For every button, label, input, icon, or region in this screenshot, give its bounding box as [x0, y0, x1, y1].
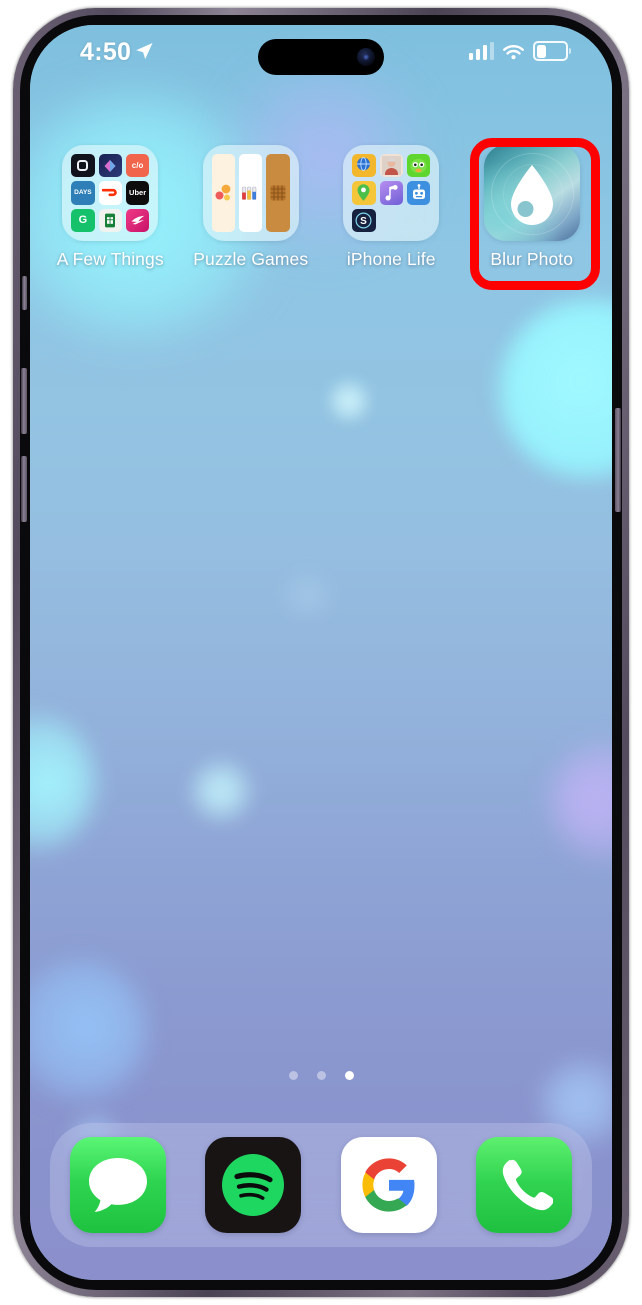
folder-puzzle-games-icon[interactable]: [202, 145, 299, 241]
blur-photo-icon-background: [483, 145, 580, 241]
page-indicator-dots[interactable]: [30, 1071, 612, 1080]
google-icon-background: [340, 1137, 437, 1233]
wifi-icon: [503, 44, 524, 59]
front-camera-icon: [357, 48, 375, 66]
mini-icon-doordash: [98, 181, 122, 205]
mini-icon-portrait-photo: [379, 154, 403, 178]
volume-down-button[interactable]: [21, 456, 27, 522]
dock: [50, 1123, 592, 1247]
mini-icon-google-sheets: [98, 208, 122, 232]
folder-iphone-life-icon[interactable]: S: [343, 145, 440, 241]
mini-icon-co: c/o: [125, 154, 150, 178]
dock-app-messages[interactable]: [69, 1137, 166, 1233]
svg-text:S: S: [361, 216, 368, 227]
app-label: Blur Photo: [490, 249, 574, 269]
dock-app-google[interactable]: [340, 1137, 437, 1233]
mini-icon-grammarly: G: [71, 208, 95, 232]
mini-icon-shortcuts: [98, 154, 122, 178]
phone-frame: 4:50 c/o DAYS Uber G A Few Things Puzzle…: [13, 8, 629, 1297]
location-arrow-icon: [136, 43, 153, 60]
page-dot-3-active[interactable]: [344, 1071, 354, 1080]
mini-icon-uber: Uber: [125, 181, 150, 205]
bokeh-circle: [500, 300, 612, 480]
folder-label: Puzzle Games: [193, 249, 309, 269]
folder-iphone-life[interactable]: S iPhone Life: [331, 145, 451, 270]
page-dot-1[interactable]: [288, 1071, 298, 1080]
dynamic-island: [258, 39, 384, 75]
messages-icon-background: [69, 1137, 166, 1233]
spotify-icon-background: [205, 1137, 302, 1233]
message-bubble-icon: [88, 1158, 147, 1212]
phone-icon-background: [476, 1137, 573, 1233]
mini-icon-music-note: [379, 181, 403, 205]
dock-app-phone[interactable]: [476, 1137, 573, 1233]
folder-puzzle-games[interactable]: Puzzle Games: [191, 145, 311, 270]
folder-mini-grid: [202, 145, 299, 241]
mini-icon-location-pin: [352, 181, 376, 205]
water-droplet-icon: [510, 164, 553, 225]
folder-label: iPhone Life: [346, 249, 436, 269]
dock-app-spotify[interactable]: [205, 1137, 302, 1233]
mini-icon-bubble-puzzle: [211, 154, 236, 232]
app-blur-photo[interactable]: Blur Photo: [472, 145, 592, 270]
google-g-icon: [362, 1158, 415, 1212]
bokeh-circle: [190, 760, 252, 822]
mini-icon-pink-bird: [125, 208, 150, 232]
folder-mini-grid: S: [343, 145, 440, 241]
battery-fill: [536, 44, 547, 58]
bokeh-circle: [30, 715, 95, 850]
power-button[interactable]: [615, 408, 621, 512]
status-bar-time: 4:50: [80, 38, 132, 66]
page-dot-2[interactable]: [316, 1071, 326, 1080]
mini-icon-days: DAYS: [71, 181, 95, 205]
phone-handset-icon: [503, 1159, 554, 1211]
mini-icon-s-badge: S: [352, 208, 376, 232]
silent-switch[interactable]: [22, 276, 27, 310]
mini-icon-dark-square: [71, 154, 95, 178]
bokeh-circle: [550, 743, 612, 858]
mini-icon-globe-browser: [352, 154, 376, 178]
volume-up-button[interactable]: [21, 368, 27, 434]
battery-icon: [533, 41, 571, 61]
mini-icon-wood-block: [266, 154, 290, 232]
folder-a-few-things[interactable]: c/o DAYS Uber G A Few Things: [50, 145, 170, 270]
folder-a-few-things-icon[interactable]: c/o DAYS Uber G: [62, 145, 159, 241]
bokeh-circle: [280, 570, 335, 620]
folder-label: A Few Things: [56, 249, 164, 269]
app-blur-photo-icon[interactable]: [483, 145, 580, 241]
mini-icon-water-sort: [239, 154, 263, 232]
spotify-icon: [222, 1154, 285, 1216]
phone-screen: 4:50 c/o DAYS Uber G A Few Things Puzzle…: [30, 25, 612, 1280]
cellular-signal-icon: [468, 42, 494, 60]
folder-mini-grid: c/o DAYS Uber G: [62, 145, 159, 241]
bokeh-circle: [328, 380, 370, 422]
mini-icon-duolingo: [406, 154, 431, 178]
status-bar-indicators: [468, 41, 571, 61]
app-grid: c/o DAYS Uber G A Few Things Puzzle Game…: [30, 145, 612, 270]
mini-icon-robot-chat: [406, 181, 431, 205]
